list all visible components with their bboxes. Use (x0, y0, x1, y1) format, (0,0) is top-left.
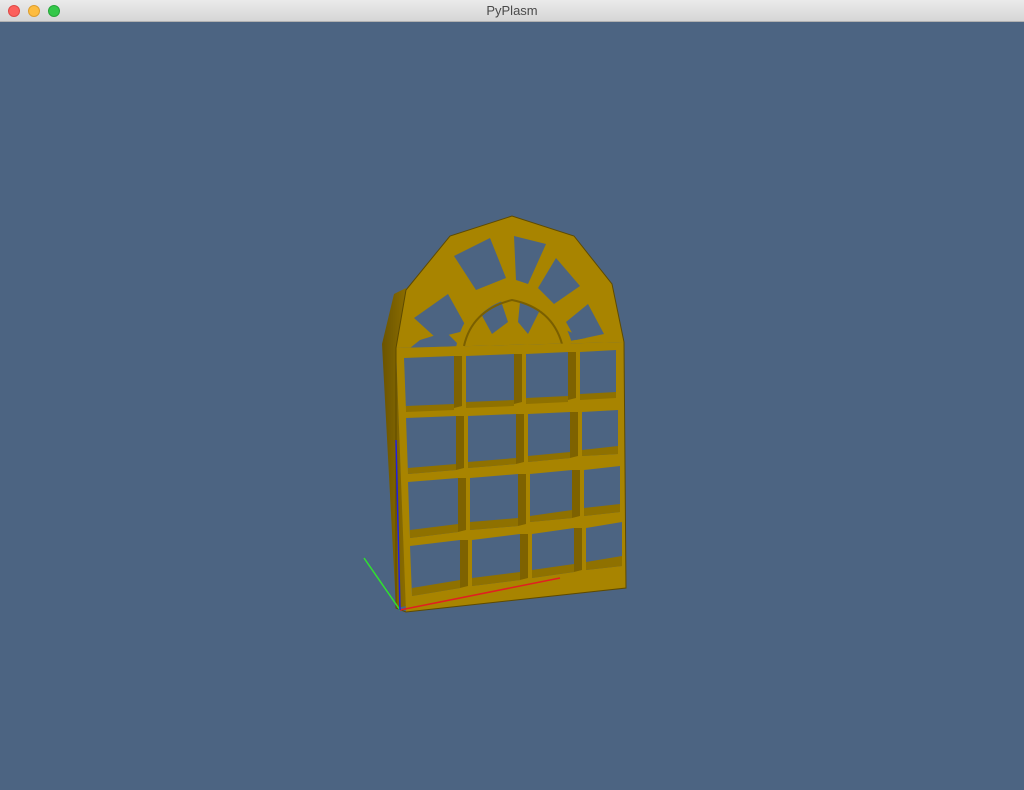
arched-shelf-model (382, 215, 627, 613)
scene-canvas[interactable] (0, 22, 1024, 790)
window-title: PyPlasm (486, 3, 538, 18)
3d-viewport[interactable] (0, 22, 1024, 790)
pyplasm-window: PyPlasm (0, 0, 1024, 790)
title-bar[interactable]: PyPlasm (0, 0, 1024, 22)
